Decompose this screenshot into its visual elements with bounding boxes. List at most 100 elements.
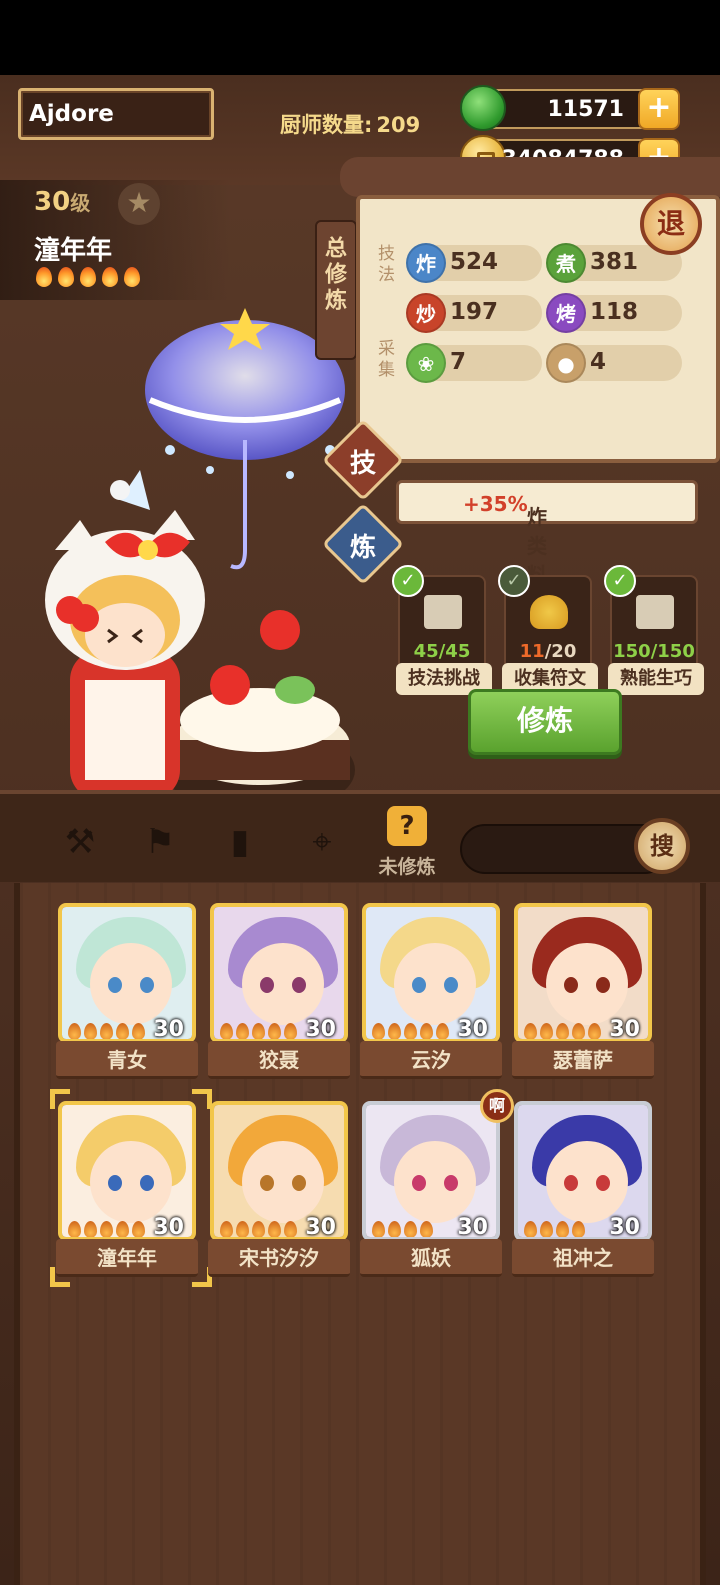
rarity-flames xyxy=(372,1221,436,1237)
jar-category-icon[interactable]: ▮ xyxy=(216,818,264,866)
chef-level: 30 xyxy=(153,1017,184,1042)
rarity-flames xyxy=(372,1023,452,1039)
chef-name: 潼年年 xyxy=(56,1239,198,1277)
chef-card[interactable]: 30 青女 xyxy=(56,903,198,1091)
selection-corner xyxy=(50,1089,70,1109)
task-practice[interactable]: ✓ 150/150 熟能生巧 xyxy=(604,565,704,695)
chef-level: 30级 xyxy=(34,187,90,217)
selected-chef-name: 潼年年 xyxy=(34,236,113,266)
chef-portrait: 30 xyxy=(514,1101,652,1241)
chef-level: 30 xyxy=(305,1215,336,1240)
chef-card[interactable]: 30 狡聂 xyxy=(208,903,350,1091)
chef-level: 30 xyxy=(609,1017,640,1042)
flame-icon xyxy=(36,267,52,287)
stat-value: 524 xyxy=(450,249,499,275)
bun-icon: ● xyxy=(546,343,586,383)
rarity-flames xyxy=(524,1023,604,1039)
chef-roster-grid: 30 青女 30 狡聂 30 云汐 30 瑟蕾萨 30 潼年年 30 宋书汐汐 … xyxy=(14,883,706,1585)
jade-currency: 11571 + xyxy=(460,85,680,131)
question-book-icon: ? xyxy=(387,806,427,846)
shovel-category-icon[interactable]: ⚑ xyxy=(136,818,184,866)
scroll-icon xyxy=(636,595,674,629)
stat-badge: 烤 xyxy=(546,293,586,333)
search-button[interactable]: 搜 xyxy=(634,818,690,874)
stat-value: 4 xyxy=(590,349,607,375)
stat-fry: 炸 524 xyxy=(406,243,542,283)
chef-portrait: 30 xyxy=(210,1101,348,1241)
stat-badge: 炸 xyxy=(406,243,446,283)
rune-icon xyxy=(530,595,568,629)
scroll-icon xyxy=(424,595,462,629)
player-name: Ajdore xyxy=(29,101,114,127)
jade-icon xyxy=(460,85,506,131)
task-progress: 150/150 xyxy=(613,641,695,662)
chef-portrait: 30 xyxy=(58,1101,196,1241)
total-training-tab[interactable]: 总修炼 xyxy=(315,220,357,360)
chef-level: 30 xyxy=(153,1215,184,1240)
add-jade-button[interactable]: + xyxy=(638,88,680,130)
game-screen: Ajdore 厨师数量:209 11571 + 34084788 + 30级 ★… xyxy=(0,75,720,1585)
jade-value: 11571 xyxy=(547,97,624,122)
chef-portrait: 30 xyxy=(514,903,652,1043)
tab-untrained-label: 未修炼 xyxy=(378,856,436,878)
chef-portrait: 30 xyxy=(362,1101,500,1241)
chef-count: 厨师数量: 209 xyxy=(280,109,420,139)
chef-level-unit: 级 xyxy=(70,191,91,215)
total-training-label: 总修炼 xyxy=(321,236,346,314)
task-collect-runes[interactable]: ✓ 11/20 收集符文 xyxy=(498,565,598,695)
selection-corner xyxy=(50,1267,70,1287)
rarity-flames xyxy=(220,1023,300,1039)
flame-icon xyxy=(80,267,96,287)
meat-category-icon[interactable]: ⚒ xyxy=(56,818,104,866)
chef-level: 30 xyxy=(609,1215,640,1240)
chef-card[interactable]: 30 祖冲之 xyxy=(512,1101,654,1289)
chef-card[interactable]: 30 云汐 xyxy=(360,903,502,1091)
stat-grain: ● 4 xyxy=(546,343,682,383)
chef-card[interactable]: 30 宋书汐汐 xyxy=(208,1101,350,1289)
stat-value: 197 xyxy=(450,299,499,325)
chef-card[interactable]: 30 狐妖 啊 xyxy=(360,1089,514,1289)
chef-name: 云汐 xyxy=(360,1041,502,1079)
exit-button[interactable]: 退 xyxy=(640,193,702,255)
skill-button-label: 技 xyxy=(349,449,376,480)
skill-section-label: 技法 xyxy=(374,244,394,286)
bonus-banner: 炸类料理售价+35% xyxy=(396,480,698,674)
task-skill-challenge[interactable]: ✓ 45/45 技法挑战 xyxy=(392,565,492,695)
stat-stirfry: 炒 197 xyxy=(406,293,542,333)
stat-roast: 烤 118 xyxy=(546,293,682,333)
chef-name: 狡聂 xyxy=(208,1041,350,1079)
selection-corner xyxy=(192,1089,212,1109)
cabbage-icon: ❀ xyxy=(406,343,446,383)
bonus-value: +35% xyxy=(463,492,528,516)
filter-tab-bar: ⚒ ⚑ ▮ ⌖ ? 未修炼 搜 xyxy=(0,790,720,882)
check-icon: ✓ xyxy=(392,565,424,597)
chef-card-selected[interactable]: 30 潼年年 xyxy=(50,1089,212,1289)
stat-badge: 煮 xyxy=(546,243,586,283)
player-name-box[interactable]: Ajdore xyxy=(18,88,214,140)
task-label: 熟能生巧 xyxy=(608,663,704,695)
tab-untrained[interactable]: ? 未修炼 xyxy=(372,806,442,879)
chef-name: 祖冲之 xyxy=(512,1239,654,1277)
rarity-flames xyxy=(220,1221,300,1237)
favorite-star-icon[interactable]: ★ xyxy=(118,183,160,225)
location-category-icon[interactable]: ⌖ xyxy=(298,818,346,866)
chef-character-illustration[interactable] xyxy=(30,300,360,840)
stat-value: 7 xyxy=(450,349,467,375)
chef-name: 狐妖 xyxy=(360,1239,502,1277)
task-progress: 45/45 xyxy=(413,641,471,662)
rarity-flames xyxy=(524,1221,588,1237)
flame-icon xyxy=(124,267,140,287)
chef-portrait: 30 xyxy=(362,903,500,1043)
chef-level: 30 xyxy=(457,1017,488,1042)
gather-section-label: 采集 xyxy=(374,339,394,381)
train-button[interactable]: 修炼 xyxy=(468,689,622,755)
chef-level: 30 xyxy=(305,1017,336,1042)
rarity-flames xyxy=(68,1023,148,1039)
chef-card[interactable]: 30 瑟蕾萨 xyxy=(512,903,654,1091)
flame-icon xyxy=(58,267,74,287)
chef-portrait: 30 xyxy=(210,903,348,1043)
task-progress: 11/20 xyxy=(519,641,577,662)
chef-name: 宋书汐汐 xyxy=(208,1239,350,1277)
panel-header-rail xyxy=(340,157,720,197)
stat-badge: 炒 xyxy=(406,293,446,333)
